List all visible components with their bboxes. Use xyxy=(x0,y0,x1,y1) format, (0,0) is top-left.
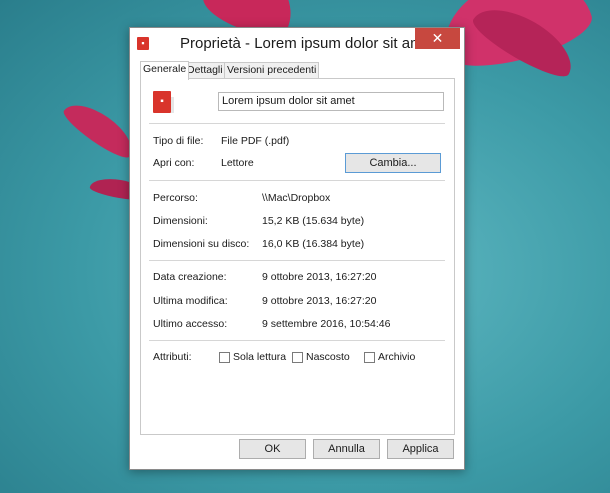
path-value: \\Mac\Dropbox xyxy=(262,192,331,204)
open-with-value: Lettore xyxy=(221,157,254,169)
properties-dialog: ▪ Proprietà - Lorem ipsum dolor sit amet… xyxy=(129,27,465,470)
divider xyxy=(149,340,445,341)
size-value: 15,2 KB (15.634 byte) xyxy=(262,215,365,227)
modified-value: 9 ottobre 2013, 16:27:20 xyxy=(262,295,377,307)
change-button[interactable]: Cambia... xyxy=(345,153,441,173)
accessed-label: Ultimo accesso: xyxy=(153,318,228,330)
pdf-file-icon: ▪ xyxy=(153,91,174,113)
file-type-label: Tipo di file: xyxy=(153,135,204,147)
window-title: Proprietà - Lorem ipsum dolor sit amet xyxy=(180,35,436,52)
hidden-checkbox[interactable] xyxy=(292,352,303,363)
tab-general[interactable]: Generale xyxy=(140,61,190,80)
created-value: 9 ottobre 2013, 16:27:20 xyxy=(262,271,377,283)
created-label: Data creazione: xyxy=(153,271,227,283)
general-panel: ▪ Tipo di file: File PDF (.pdf) Apri con… xyxy=(140,78,455,435)
read-only-label[interactable]: Sola lettura xyxy=(233,351,286,363)
divider xyxy=(149,260,445,261)
file-type-value: File PDF (.pdf) xyxy=(221,135,290,147)
archive-label[interactable]: Archivio xyxy=(378,351,415,363)
close-button[interactable]: ✕ xyxy=(415,28,460,49)
hidden-label[interactable]: Nascosto xyxy=(306,351,350,363)
tab-details[interactable]: Dettagli xyxy=(184,62,226,79)
disk-size-label: Dimensioni su disco: xyxy=(153,238,250,250)
pdf-app-icon: ▪ xyxy=(137,37,149,50)
open-with-label: Apri con: xyxy=(153,157,195,169)
path-label: Percorso: xyxy=(153,192,198,204)
disk-size-value: 16,0 KB (16.384 byte) xyxy=(262,238,365,250)
apply-button[interactable]: Applica xyxy=(387,439,454,459)
ok-button[interactable]: OK xyxy=(239,439,306,459)
file-name-input[interactable] xyxy=(218,92,444,111)
divider xyxy=(149,180,445,181)
cancel-button[interactable]: Annulla xyxy=(313,439,380,459)
archive-checkbox[interactable] xyxy=(364,352,375,363)
tab-previous-versions[interactable]: Versioni precedenti xyxy=(224,62,320,79)
attributes-label: Attributi: xyxy=(153,351,192,363)
modified-label: Ultima modifica: xyxy=(153,295,228,307)
read-only-checkbox[interactable] xyxy=(219,352,230,363)
title-bar[interactable]: ▪ Proprietà - Lorem ipsum dolor sit amet… xyxy=(130,28,464,60)
size-label: Dimensioni: xyxy=(153,215,208,227)
divider xyxy=(149,123,445,124)
accessed-value: 9 settembre 2016, 10:54:46 xyxy=(262,318,391,330)
